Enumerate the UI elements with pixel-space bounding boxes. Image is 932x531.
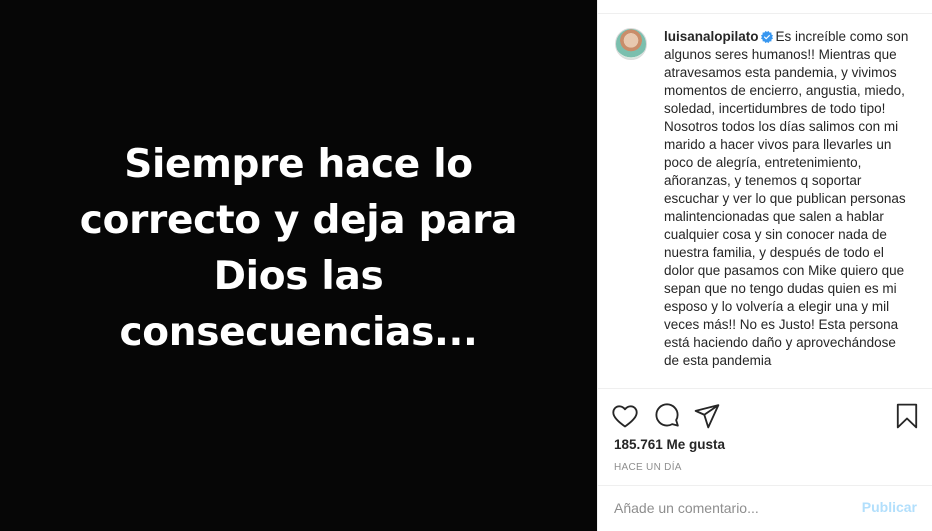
share-icon[interactable]	[694, 403, 720, 429]
avatar[interactable]	[615, 28, 647, 60]
post-timestamp[interactable]: HACE UN DÍA	[614, 462, 682, 473]
verified-icon	[760, 31, 773, 43]
action-bar	[598, 398, 932, 434]
post-image-text: Siempre hace lo correcto y deja para Dio…	[79, 141, 518, 355]
post-image[interactable]: Siempre hace lo correcto y deja para Dio…	[0, 0, 597, 531]
bookmark-icon[interactable]	[894, 403, 920, 429]
likes-count[interactable]: 185.761 Me gusta	[614, 437, 725, 452]
post-comment-button[interactable]: Publicar	[862, 499, 917, 515]
post-details-panel: luisanalopilato Es increíble como son alg…	[597, 0, 932, 531]
comment-bar: Publicar	[598, 485, 932, 531]
username-link[interactable]: luisanalopilato	[664, 29, 759, 44]
heart-icon[interactable]	[612, 403, 638, 429]
caption-area[interactable]: luisanalopilato Es increíble como son alg…	[598, 14, 932, 388]
comment-input[interactable]	[614, 496, 854, 520]
caption-text: Es increíble como son algunos seres huma…	[664, 29, 909, 368]
caption-text-block: luisanalopilato Es increíble como son alg…	[664, 28, 914, 370]
actions-divider	[598, 388, 932, 389]
comment-icon[interactable]	[654, 403, 680, 429]
